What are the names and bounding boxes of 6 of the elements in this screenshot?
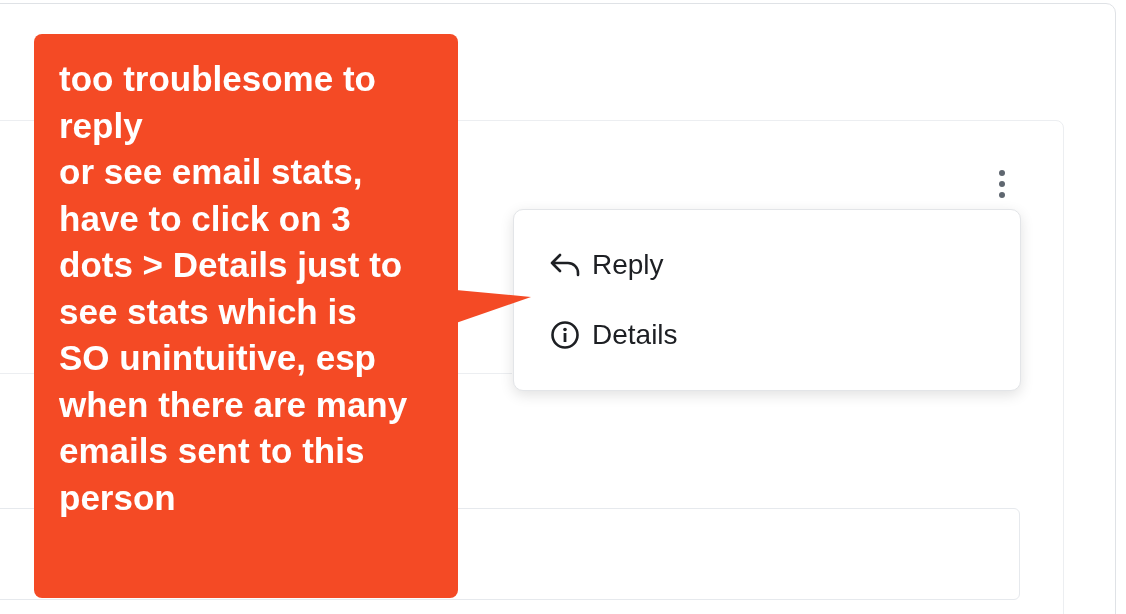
reply-icon bbox=[550, 252, 580, 278]
menu-item[interactable]: Details bbox=[514, 300, 1020, 370]
info-icon bbox=[550, 320, 580, 350]
kebab-icon bbox=[997, 169, 1007, 199]
annotation-text: or see email stats, have to click on 3 dots > Details just to see stats which is SO unintuitive, esp when there are many emails sent to this person bbox=[59, 151, 409, 519]
menu-item[interactable]: Reply bbox=[514, 230, 1020, 300]
